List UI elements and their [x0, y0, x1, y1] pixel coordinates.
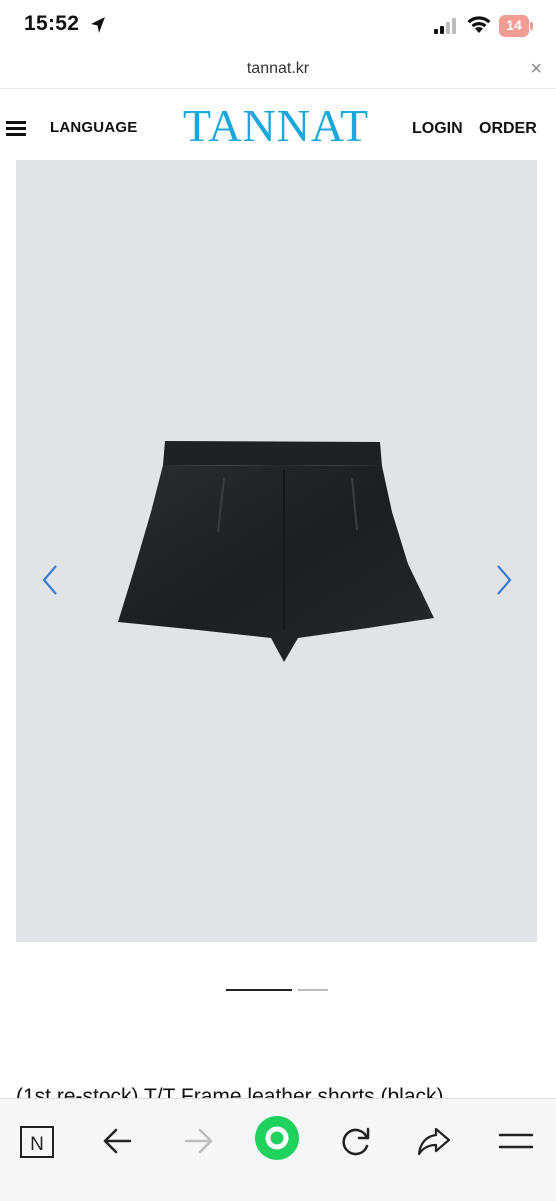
- n-logo-button[interactable]: N: [18, 1121, 58, 1161]
- status-time: 15:52: [24, 12, 80, 35]
- n-logo-label: N: [30, 1134, 44, 1155]
- language-link[interactable]: LANGUAGE: [50, 119, 137, 136]
- carousel-indicator[interactable]: [298, 989, 328, 991]
- site-header: LANGUAGE TANNAT LOGIN ORDER: [0, 89, 556, 161]
- back-arrow-icon: [103, 1128, 132, 1154]
- back-button[interactable]: [98, 1121, 138, 1161]
- next-slide-arrow-icon[interactable]: [492, 562, 516, 598]
- status-bar: 15:52 14: [0, 0, 556, 52]
- battery-level: 14: [506, 17, 522, 33]
- location-arrow-icon: [91, 17, 105, 33]
- forward-arrow-icon: [184, 1128, 213, 1154]
- url-bar[interactable]: tannat.kr ×: [0, 52, 556, 89]
- battery-icon: 14: [499, 15, 533, 37]
- site-logo[interactable]: TANNAT: [180, 101, 372, 151]
- signal-icon: [434, 18, 456, 34]
- product-image-carousel[interactable]: [16, 160, 537, 942]
- browser-toolbar: N: [0, 1098, 556, 1201]
- share-icon: [417, 1127, 451, 1156]
- n-logo-icon: N: [20, 1126, 54, 1158]
- menu-button[interactable]: [496, 1121, 536, 1161]
- menu-icon: [498, 1133, 534, 1149]
- close-icon[interactable]: ×: [530, 58, 542, 81]
- refresh-icon: [342, 1127, 370, 1156]
- carousel-indicator-active[interactable]: [226, 989, 292, 991]
- green-home-button[interactable]: [254, 1115, 300, 1161]
- previous-slide-arrow-icon[interactable]: [38, 562, 62, 598]
- green-circle-icon: [255, 1116, 299, 1160]
- order-link[interactable]: ORDER: [479, 120, 537, 138]
- forward-button[interactable]: [178, 1121, 218, 1161]
- hamburger-menu-icon[interactable]: [6, 121, 26, 136]
- carousel-indicators: [0, 989, 556, 993]
- login-link[interactable]: LOGIN: [412, 120, 463, 138]
- wifi-icon: [467, 16, 491, 33]
- share-button[interactable]: [414, 1121, 454, 1161]
- refresh-button[interactable]: [336, 1121, 376, 1161]
- product-image: [118, 441, 434, 662]
- url-text[interactable]: tannat.kr: [0, 60, 556, 78]
